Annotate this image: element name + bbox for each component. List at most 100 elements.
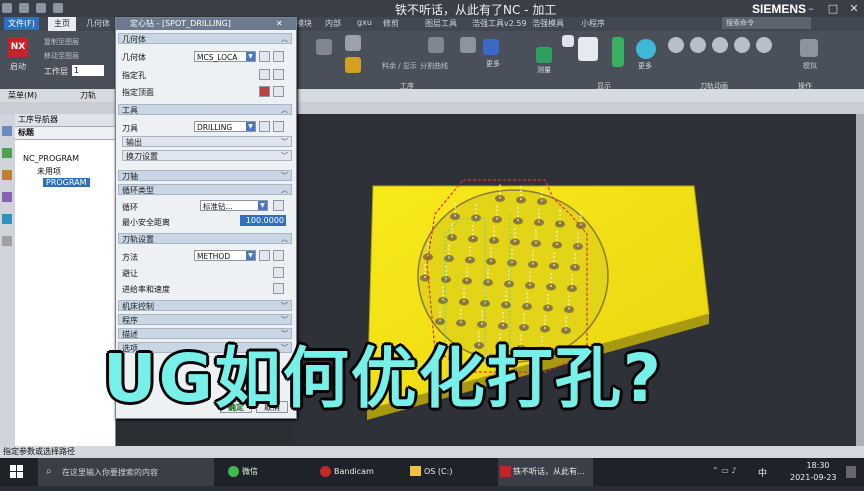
- simulation-icon[interactable]: [800, 39, 818, 57]
- maximize-button[interactable]: □: [822, 0, 844, 17]
- tree-item-unused[interactable]: 未用项: [37, 166, 61, 177]
- specify-top-icon[interactable]: [259, 86, 270, 97]
- dialog-close-icon[interactable]: ✕: [276, 19, 286, 29]
- tree-item-nc-program[interactable]: NC_PROGRAM: [23, 154, 79, 163]
- new-geometry-icon[interactable]: [259, 51, 270, 62]
- web-browser-icon[interactable]: [2, 214, 12, 224]
- menu-button[interactable]: 菜单(M): [8, 90, 37, 101]
- section-cycle-type[interactable]: 循环类型 ︿: [118, 184, 292, 195]
- roles-icon[interactable]: [2, 236, 12, 246]
- close-button[interactable]: ✕: [843, 0, 864, 17]
- taskbar-search-box[interactable]: ⌕ 在这里输入你要搜索的内容: [38, 458, 214, 486]
- redo-icon[interactable]: [52, 3, 63, 13]
- history-icon[interactable]: [2, 170, 12, 180]
- section-program[interactable]: 程序 ﹀: [118, 314, 292, 325]
- anim-stop-icon[interactable]: [734, 37, 750, 53]
- anim-back-icon[interactable]: [690, 37, 706, 53]
- notification-icon[interactable]: [846, 466, 856, 478]
- measure-icon[interactable]: [536, 47, 552, 63]
- tab-gxu[interactable]: gxu: [357, 18, 372, 27]
- command-search-input[interactable]: 搜索命令: [722, 17, 811, 29]
- display-mode-icon[interactable]: [578, 37, 598, 61]
- start-button-label[interactable]: 启动: [10, 61, 26, 72]
- more-label[interactable]: 更多: [486, 59, 500, 69]
- minimize-button[interactable]: –: [800, 0, 822, 17]
- edit-method-icon[interactable]: [273, 250, 284, 261]
- machine-tool-icon[interactable]: [2, 192, 12, 202]
- section-path-settings[interactable]: 刀轨设置 ︿: [118, 233, 292, 244]
- tab-haoqiang-mold[interactable]: 浩强模具: [532, 18, 564, 29]
- lock-icon[interactable]: [345, 57, 361, 73]
- section-tool-axis[interactable]: 刀轴 ﹀: [118, 170, 292, 181]
- navigator-tab-icon[interactable]: [2, 126, 12, 136]
- verify-icon[interactable]: [345, 35, 361, 51]
- clock-date[interactable]: 2021-09-23: [790, 473, 837, 482]
- copy-to-layer-button[interactable]: 复制至图层: [44, 37, 79, 47]
- taskbar-app-wechat[interactable]: 微信: [228, 458, 258, 486]
- ime-indicator[interactable]: 中: [758, 466, 767, 479]
- specify-holes-icon[interactable]: [259, 69, 270, 80]
- windows-start-icon[interactable]: [10, 458, 26, 486]
- section-machine-control[interactable]: 机床控制 ﹀: [118, 300, 292, 311]
- anim-play-icon[interactable]: [712, 37, 728, 53]
- sphere-icon[interactable]: [460, 37, 476, 53]
- move-to-layer-button[interactable]: 移动至图层: [44, 51, 79, 61]
- section-geometry[interactable]: 几何体 ︿: [118, 33, 292, 44]
- undo-icon[interactable]: [35, 3, 46, 13]
- toolpath-filter-label[interactable]: 刀轨: [80, 90, 96, 101]
- section-output[interactable]: 输出 ﹀: [122, 136, 292, 147]
- arrow-up-down-icon[interactable]: [612, 37, 624, 67]
- work-layer-select[interactable]: 1: [72, 65, 104, 76]
- section-tool-change[interactable]: 换刀设置 ﹀: [122, 150, 292, 161]
- avoid-settings-icon[interactable]: [273, 267, 284, 278]
- more-tools-icon[interactable]: [483, 39, 499, 55]
- process-icon[interactable]: [316, 39, 332, 55]
- nx-app-icon[interactable]: [2, 3, 12, 13]
- tab-home[interactable]: 主页: [48, 17, 76, 31]
- part-navigator-icon[interactable]: [2, 148, 12, 158]
- section-tool[interactable]: 工具 ︿: [118, 104, 292, 115]
- taskbar-app-bandicam[interactable]: Bandicam: [320, 458, 374, 486]
- cycle-select[interactable]: 标准钻... ▼: [200, 200, 268, 211]
- new-tool-icon[interactable]: [259, 121, 270, 132]
- tree-item-program[interactable]: PROGRAM: [43, 178, 90, 187]
- tab-module[interactable]: 模块: [296, 18, 312, 29]
- nx-logo-icon[interactable]: NX: [8, 37, 28, 57]
- tool-select[interactable]: DRILLING ▼: [194, 121, 256, 132]
- tab-geometry[interactable]: 几何体: [86, 18, 110, 29]
- min-clearance-input[interactable]: 100.0000: [240, 215, 286, 226]
- split-curve-label[interactable]: 分割曲线: [420, 61, 448, 71]
- right-scroll-strip[interactable]: [856, 114, 864, 446]
- color-wheel-icon[interactable]: [636, 39, 656, 59]
- taskbar-app-explorer[interactable]: OS (C:): [410, 458, 452, 486]
- tab-file[interactable]: 文件(F): [4, 17, 39, 30]
- navigator-column-header[interactable]: 标题: [15, 127, 115, 140]
- intersect-icon[interactable]: [428, 37, 444, 53]
- geometry-select[interactable]: MCS_LOCA ▼: [194, 51, 256, 62]
- tab-layer-tools[interactable]: 图层工具: [425, 18, 457, 29]
- display-top-icon[interactable]: [273, 86, 284, 97]
- feeds-speeds-icon[interactable]: [273, 283, 284, 294]
- edit-tool-icon[interactable]: [273, 121, 284, 132]
- tab-trim[interactable]: 修剪: [383, 18, 399, 29]
- display-holes-icon[interactable]: [273, 69, 284, 80]
- tray-icons[interactable]: ⌃ ▭ ♪: [712, 466, 752, 478]
- more-display-label[interactable]: 更多: [638, 61, 652, 71]
- material-display-label[interactable]: 料余 / 显示: [382, 61, 417, 71]
- tab-internal[interactable]: 内部: [325, 18, 341, 29]
- edit-geometry-icon[interactable]: [273, 51, 284, 62]
- save-icon[interactable]: [18, 3, 29, 13]
- simulation-label[interactable]: 模拟: [803, 61, 817, 71]
- anim-rewind-icon[interactable]: [668, 37, 684, 53]
- taskbar-app-nx[interactable]: 铁不听话，从此有...: [498, 458, 593, 486]
- min-clearance-label: 最小安全距离: [122, 218, 170, 227]
- edit-cycle-icon[interactable]: [273, 200, 284, 211]
- method-select[interactable]: METHOD ▼: [194, 250, 256, 261]
- tab-mini-program[interactable]: 小程序: [581, 18, 605, 29]
- display-toggle-icon[interactable]: [562, 35, 574, 47]
- measure-label[interactable]: 测量: [537, 65, 551, 75]
- anim-forward-icon[interactable]: [756, 37, 772, 53]
- tab-haoqiang-tools[interactable]: 浩强工具v2.59: [472, 18, 527, 29]
- new-method-icon[interactable]: [259, 250, 270, 261]
- clock-time[interactable]: 18:30: [796, 461, 840, 470]
